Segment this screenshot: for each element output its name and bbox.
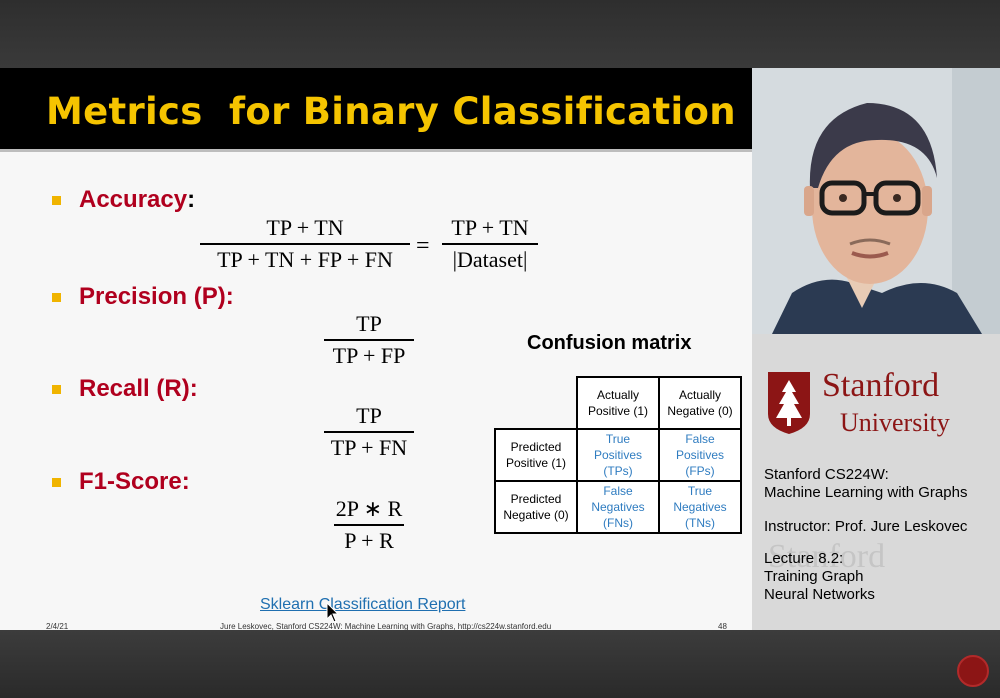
instructor-webcam xyxy=(752,68,1000,334)
matrix-cell-tp: True Positives (TPs) xyxy=(576,428,660,482)
stanford-tree-logo-icon xyxy=(768,372,810,434)
f1-numerator: 2P ∗ R xyxy=(335,496,403,521)
matrix-col-header: Actually Positive (1) xyxy=(576,376,660,430)
video-bottom-letterbox xyxy=(0,630,1000,698)
recall-fraction: TP TP + FN xyxy=(324,401,414,463)
bullet-marker xyxy=(52,478,61,487)
stanford-wordmark: Stanford xyxy=(822,367,940,404)
bullet-accuracy-colon: : xyxy=(187,186,196,213)
stanford-online-logo-icon[interactable] xyxy=(957,655,989,687)
precision-fraction: TP TP + FP xyxy=(324,309,414,371)
matrix-corner xyxy=(495,377,577,429)
matrix-cell-tn: True Negatives (TNs) xyxy=(658,480,742,534)
instructor-name: Instructor: Prof. Jure Leskovec xyxy=(764,518,968,535)
accuracy-fraction: TP + TN TP + TN + FP + FN xyxy=(200,213,410,275)
slide-header: Metrics for Binary Classification xyxy=(0,68,752,152)
bullet-accuracy-label: Accuracy xyxy=(79,186,188,213)
lecture-slide: Metrics for Binary Classification Accura… xyxy=(0,68,752,631)
f1-fraction: 2P ∗ R P + R xyxy=(334,494,404,556)
bullet-marker xyxy=(52,293,61,302)
lecture-title: Lecture 8.2: Training Graph Neural Netwo… xyxy=(764,550,875,603)
matrix-row-header: Predicted Negative (0) xyxy=(494,480,578,534)
matrix-cell-fn: False Negatives (FNs) xyxy=(576,480,660,534)
video-top-letterbox xyxy=(0,0,1000,68)
recall-denominator: TP + FN xyxy=(330,435,408,460)
confusion-matrix-title: Confusion matrix xyxy=(527,332,692,354)
precision-denominator: TP + FP xyxy=(332,343,406,368)
f1-denominator: P + R xyxy=(344,528,394,553)
bullet-f1-score: F1-Score: xyxy=(79,468,190,495)
accuracy-denominator: TP + TN + FP + FN xyxy=(217,247,393,272)
bullet-precision: Precision (P): xyxy=(79,283,234,310)
mouse-cursor-icon xyxy=(326,602,340,623)
instructor-portrait-icon xyxy=(752,68,1000,334)
equals-sign: = xyxy=(416,233,430,259)
matrix-col-header: Actually Negative (0) xyxy=(658,376,742,430)
bullet-accuracy: Accuracy: xyxy=(79,186,195,214)
accuracy-numerator: TP + TN xyxy=(266,215,344,240)
matrix-row-header: Predicted Positive (1) xyxy=(494,428,578,482)
bullet-recall: Recall (R): xyxy=(79,375,198,402)
course-name: Stanford CS224W: Machine Learning with G… xyxy=(764,466,968,501)
accuracy-2-numerator: TP + TN xyxy=(451,215,529,240)
bullet-marker xyxy=(52,385,61,394)
matrix-cell-fp: False Positives (FPs) xyxy=(658,428,742,482)
slide-title: Metrics for Binary Classification xyxy=(46,90,736,133)
course-info-panel: Stanford University Stanford CS224W: Mac… xyxy=(752,334,1000,630)
bullet-marker xyxy=(52,196,61,205)
university-wordmark: University xyxy=(840,408,950,437)
accuracy-fraction-2: TP + TN |Dataset| xyxy=(442,213,538,275)
confusion-matrix: Actually Positive (1) Actually Negative … xyxy=(494,376,742,534)
precision-numerator: TP xyxy=(356,311,382,336)
recall-numerator: TP xyxy=(356,403,382,428)
accuracy-2-denominator: |Dataset| xyxy=(452,247,528,272)
sklearn-report-link[interactable]: Sklearn Classification Report xyxy=(260,596,465,614)
